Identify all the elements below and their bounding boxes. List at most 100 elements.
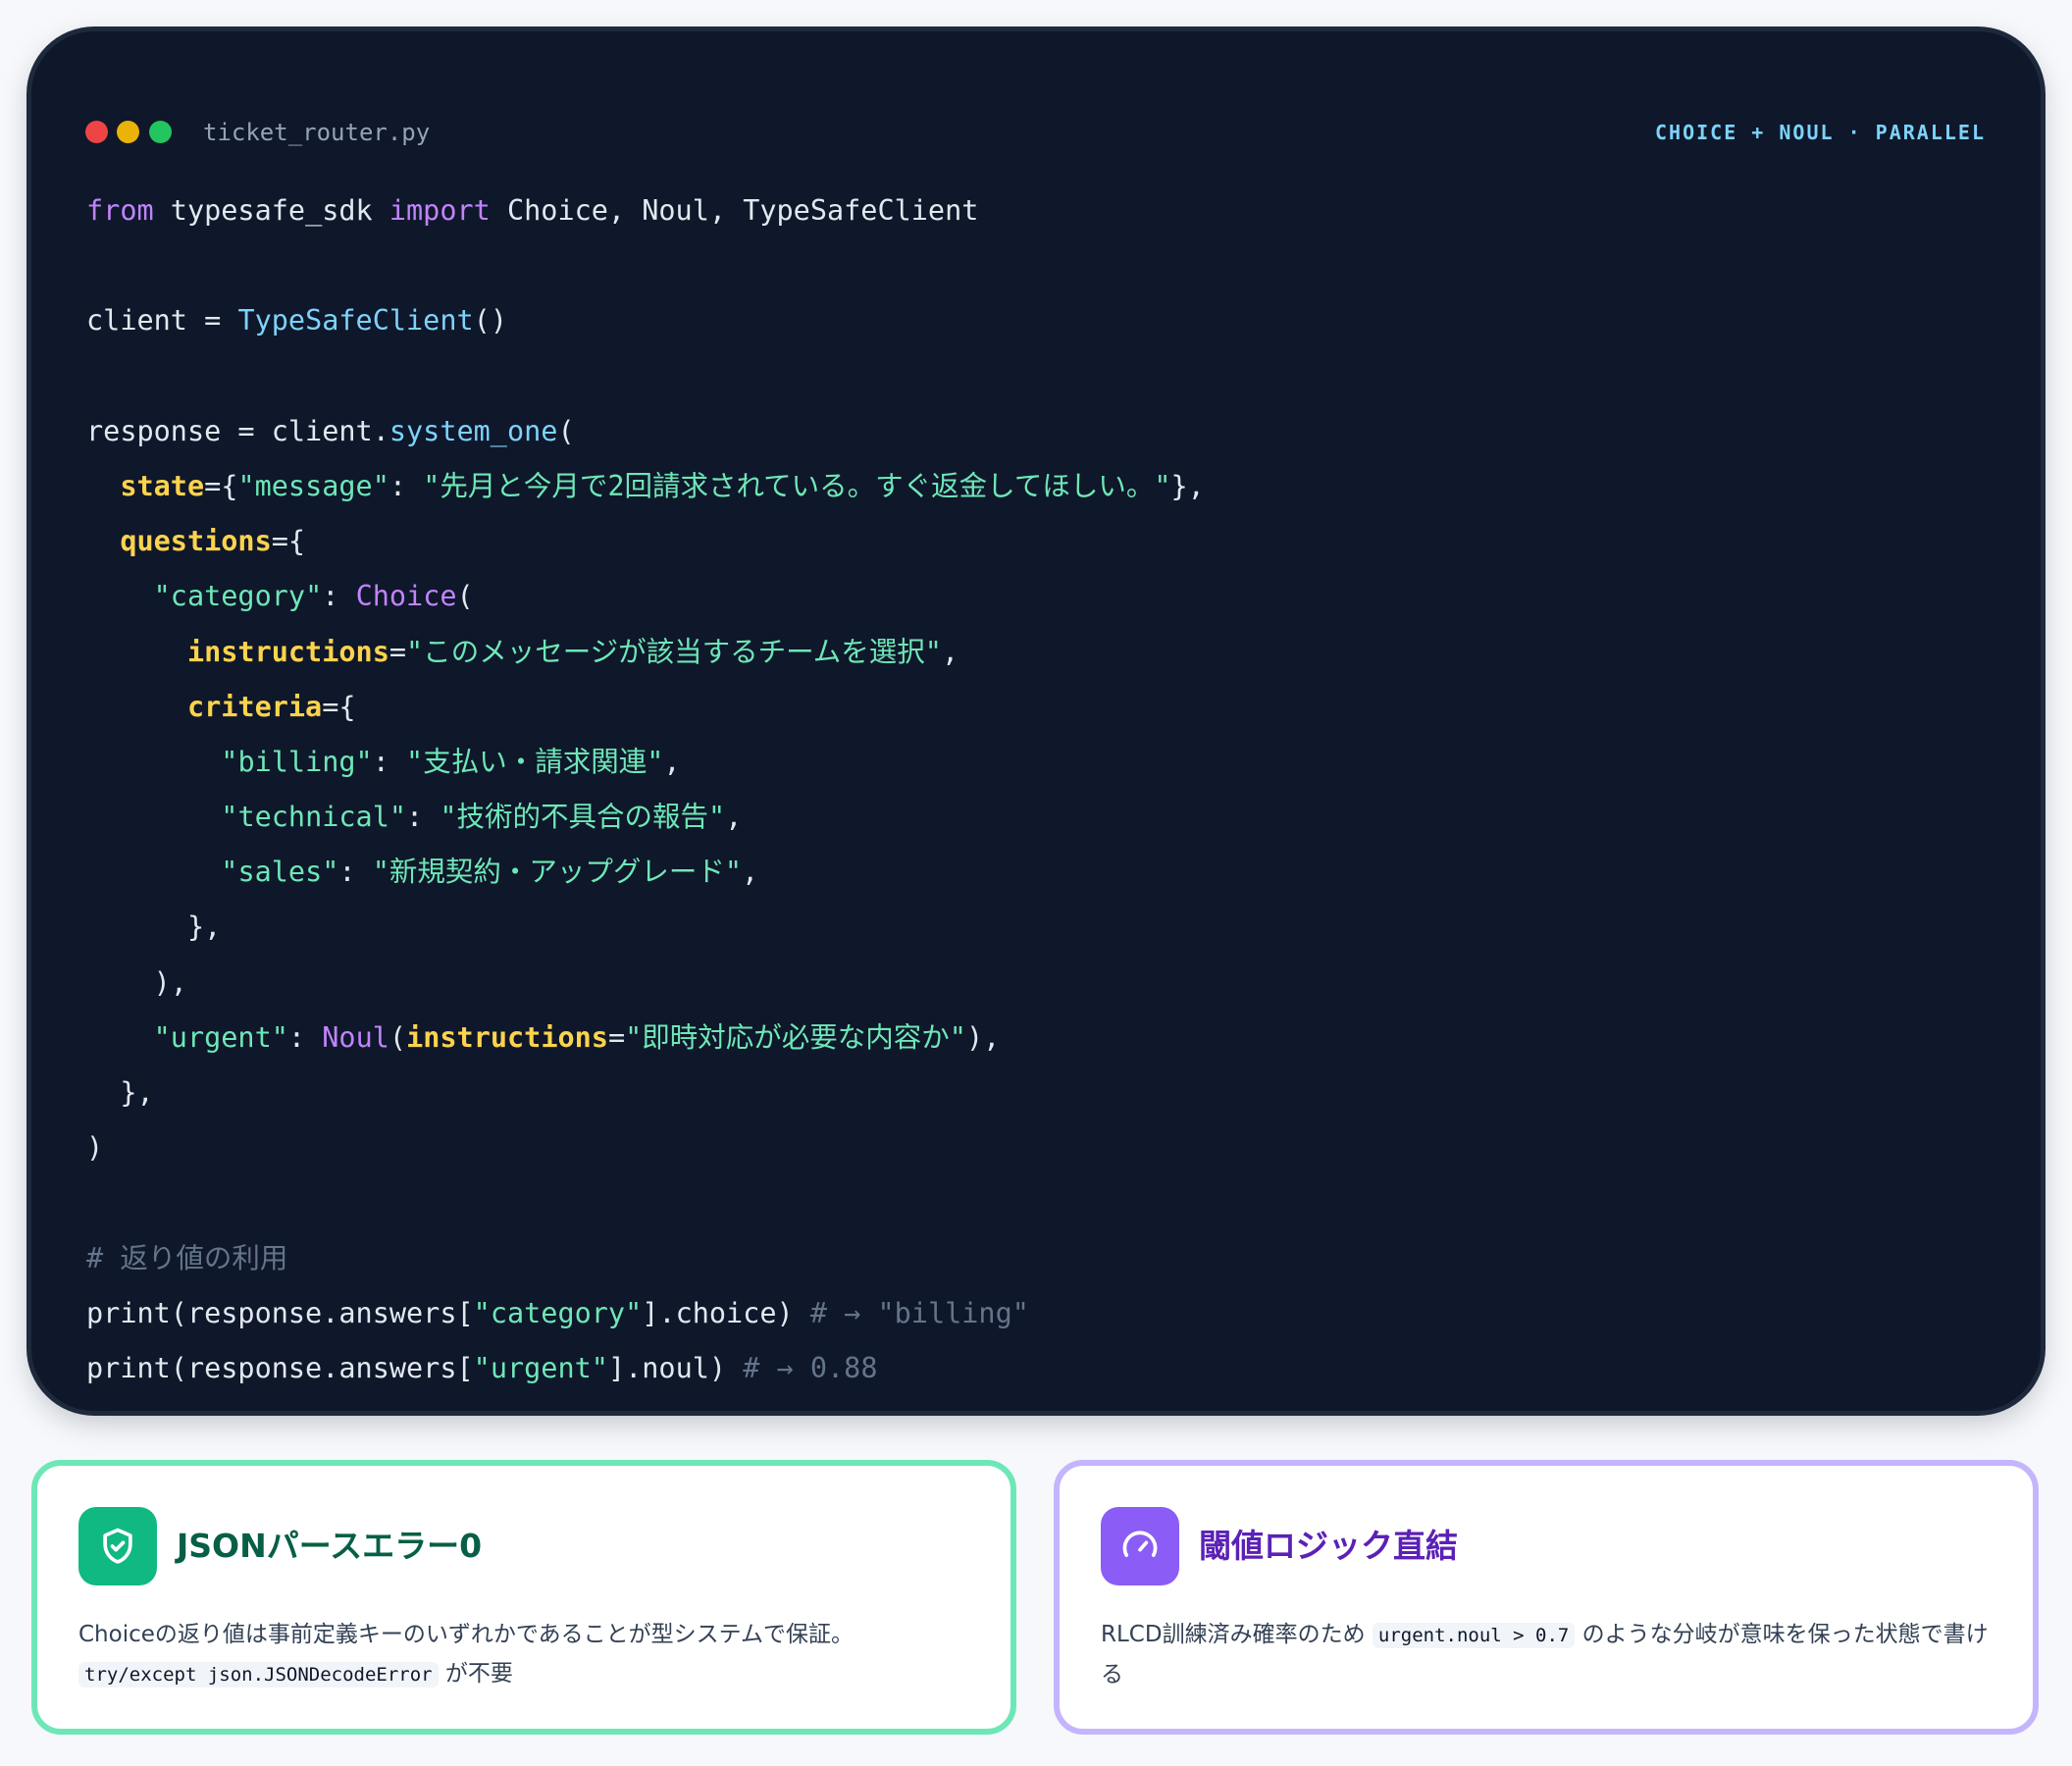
code-token: ].choice) [642, 1296, 810, 1329]
code-line: ), [86, 956, 1205, 1011]
inline-code: urgent.noul > 0.7 [1372, 1623, 1576, 1648]
code-line: "technical": "技術的不具合の報告", [86, 790, 1205, 845]
code-token: Choice, Noul, TypeSafeClient [490, 194, 979, 227]
code-token: : [372, 745, 407, 778]
code-token: "urgent" [473, 1351, 608, 1384]
code-token: ( [388, 1020, 407, 1054]
code-token: Choice [355, 580, 457, 613]
inline-code: try/except json.JSONDecodeError [78, 1662, 439, 1688]
code-token: , [663, 745, 681, 778]
code-token: "urgent" [153, 1020, 288, 1054]
zoom-window-dot[interactable] [149, 121, 172, 143]
code-token: ={ [204, 469, 238, 502]
code-line: from typesafe_sdk import Choice, Noul, T… [86, 183, 1205, 238]
code-line: client = TypeSafeClient() [86, 293, 1205, 348]
card-description: RLCD訓練済み確率のため urgent.noul > 0.7 のような分岐が意… [1101, 1615, 1994, 1694]
code-line: # 返り値の利用 [86, 1231, 1205, 1286]
code-token: response = client. [86, 414, 389, 447]
code-block: from typesafe_sdk import Choice, Noul, T… [86, 183, 1205, 1396]
minimize-window-dot[interactable] [117, 121, 139, 143]
code-token: Noul [322, 1020, 389, 1054]
code-line: print(response.answers["category"].choic… [86, 1286, 1205, 1341]
code-token: criteria [186, 690, 323, 723]
code-token: , [941, 635, 959, 668]
code-line: "billing": "支払い・請求関連", [86, 735, 1205, 790]
code-line: }, [86, 900, 1205, 955]
code-line: "category": Choice( [86, 569, 1205, 624]
code-token: : [338, 856, 373, 889]
code-token: : [287, 1020, 323, 1054]
mode-badge: CHOICE + NOUL · PARALLEL [1655, 121, 1986, 144]
code-token: }, [86, 910, 222, 944]
code-token: import [388, 194, 491, 227]
code-token: }, [86, 1076, 154, 1109]
code-token: "message" [237, 469, 389, 502]
card-json-parse: JSONパースエラー0 Choiceの返り値は事前定義キーのいずれかであることが… [31, 1460, 1016, 1735]
code-token: "先月と今月で2回請求されている。すぐ返金してほしい。" [423, 469, 1171, 502]
code-token: "technical" [221, 801, 407, 834]
code-token: "billing" [221, 745, 373, 778]
code-token: ( [456, 580, 474, 613]
code-token: # → "billing" [809, 1296, 1029, 1329]
code-token: ), [965, 1020, 1001, 1054]
code-token: questions [120, 525, 272, 558]
code-token: ( [557, 414, 575, 447]
code-token: TypeSafeClient [237, 304, 474, 338]
code-token: typesafe_sdk [153, 194, 389, 227]
card-title: JSONパースエラー0 [177, 1527, 483, 1565]
code-token: = [607, 1020, 626, 1054]
code-line: "sales": "新規契約・アップグレード", [86, 845, 1205, 900]
file-name: ticket_router.py [203, 119, 431, 146]
card-desc-text: RLCD訓練済み確率のため [1101, 1622, 1373, 1647]
code-token: ) [86, 1131, 104, 1165]
code-token: ={ [322, 690, 356, 723]
code-token: system_one [388, 414, 558, 447]
card-description: Choiceの返り値は事前定義キーのいずれかであることが型システムで保証。 try… [78, 1615, 971, 1694]
code-token: "このメッセージが該当するチームを選択" [406, 635, 942, 668]
close-window-dot[interactable] [85, 121, 108, 143]
card-title: 閾値ロジック直結 [1199, 1527, 1458, 1565]
code-token: "category" [473, 1296, 643, 1329]
code-token: () [473, 304, 507, 338]
code-line: print(response.answers["urgent"].noul) #… [86, 1341, 1205, 1396]
code-token: instructions [186, 635, 389, 668]
code-token: instructions [406, 1020, 608, 1054]
code-line: questions={ [86, 514, 1205, 569]
code-token: = [388, 635, 407, 668]
code-line: response = client.system_one( [86, 404, 1205, 459]
card-desc-text: が不要 [438, 1661, 513, 1687]
code-token: client = [86, 304, 238, 338]
code-token: ].noul) [607, 1351, 744, 1384]
code-token: # 返り値の利用 [86, 1241, 288, 1274]
gauge-icon [1101, 1507, 1179, 1585]
code-token: : [322, 580, 356, 613]
code-line: criteria={ [86, 680, 1205, 735]
code-line: instructions="このメッセージが該当するチームを選択", [86, 625, 1205, 680]
code-token: ={ [271, 525, 306, 558]
title-bar: ticket_router.py CHOICE + NOUL · PARALLE… [31, 31, 2041, 169]
code-token: "支払い・請求関連" [406, 745, 664, 778]
code-token: : [388, 469, 424, 502]
code-token: # → 0.88 [743, 1351, 878, 1384]
code-token: "技術的不具合の報告" [440, 801, 726, 834]
code-token: state [120, 469, 205, 502]
code-line: }, [86, 1065, 1205, 1120]
shield-check-icon [78, 1507, 157, 1585]
code-window: ticket_router.py CHOICE + NOUL · PARALLE… [31, 31, 2041, 1411]
code-token: }, [1170, 469, 1205, 502]
code-line: ) [86, 1120, 1205, 1175]
code-token: , [742, 856, 759, 889]
code-token: print(response.answers[ [86, 1351, 474, 1384]
code-token: from [86, 194, 154, 227]
code-token: "sales" [221, 856, 339, 889]
